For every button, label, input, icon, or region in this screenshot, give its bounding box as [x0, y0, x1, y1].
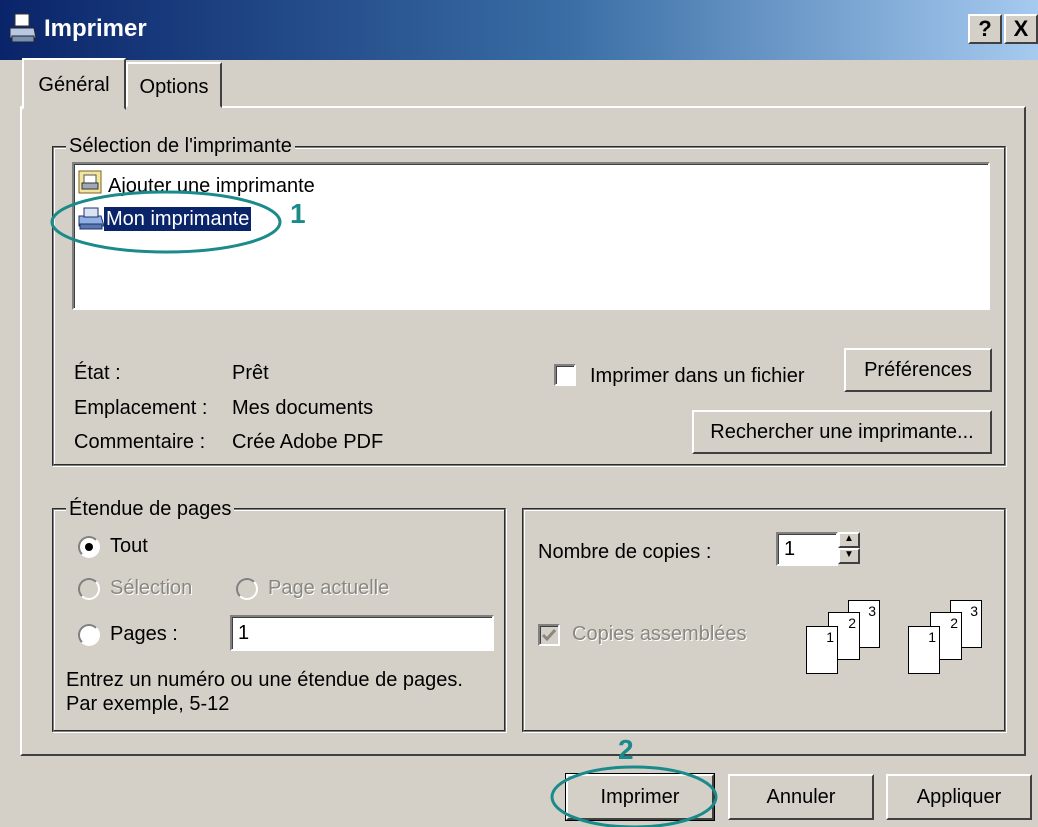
annotation-ellipse	[50, 190, 282, 254]
tab-join	[24, 106, 124, 110]
tab-general[interactable]: Général	[22, 58, 126, 110]
annotation-step1: 1	[290, 198, 306, 229]
annotation-layer	[50, 190, 718, 827]
annotation-step2: 2	[618, 734, 634, 765]
annotation-ellipse	[550, 765, 718, 827]
